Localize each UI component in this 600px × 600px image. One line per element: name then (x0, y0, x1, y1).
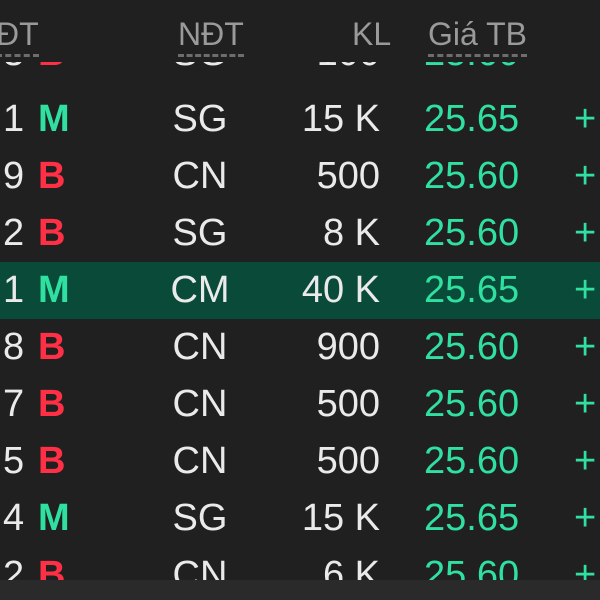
column-header-investor[interactable]: ĐT (0, 14, 39, 57)
avg-price: 25.60 (424, 383, 520, 425)
investor-type: CN (172, 326, 228, 368)
avg-price: 25.65 (424, 98, 520, 140)
change-indicator: + (574, 554, 597, 580)
row-index: 7 (3, 383, 25, 425)
table-row[interactable]: 9 B CN 500 25.60 + (0, 148, 600, 205)
row-index: 2 (3, 554, 25, 580)
volume: 100 (260, 62, 380, 82)
avg-price: 25.60 (424, 440, 520, 482)
side-badge: B (38, 62, 78, 82)
side-badge: B (38, 383, 66, 425)
change-indicator: + (574, 497, 597, 539)
side-badge: B (38, 212, 66, 254)
investor-type: SG (160, 62, 240, 82)
avg-price: 25.60 (424, 155, 520, 197)
table-header: ĐT NĐT KL Giá TB (0, 0, 600, 66)
volume: 15 K (301, 497, 380, 539)
change-indicator: + (574, 383, 597, 425)
change-indicator: + (574, 212, 597, 254)
volume: 8 K (322, 212, 380, 254)
row-index: 9 (3, 155, 25, 197)
investor-type: CN (172, 383, 228, 425)
column-header-volume[interactable]: KL (352, 14, 391, 54)
table-row[interactable]: 3 B SG 100 25.60 + (0, 62, 600, 82)
row-index: 1 (3, 269, 25, 311)
table-row[interactable]: 8 B CN 900 25.60 + (0, 319, 600, 376)
table-row-highlighted[interactable]: 1 M CM 40 K 25.65 + (0, 262, 600, 319)
side-badge: M (38, 269, 70, 311)
change-indicator: + (574, 62, 600, 82)
change-indicator: + (574, 98, 597, 140)
side-badge: B (38, 554, 66, 580)
change-indicator: + (574, 440, 597, 482)
avg-price: 25.60 (424, 212, 520, 254)
row-index: 8 (3, 326, 25, 368)
change-indicator: + (574, 269, 597, 311)
investor-type: SG (172, 497, 228, 539)
table-row[interactable]: 7 B CN 500 25.60 + (0, 376, 600, 433)
change-indicator: + (574, 155, 597, 197)
row-index: 3 (0, 62, 31, 82)
table-row[interactable]: 1 M SG 15 K 25.65 + (0, 91, 600, 148)
volume: 500 (316, 440, 380, 482)
side-badge: M (38, 497, 70, 539)
column-header-avg-price[interactable]: Giá TB (428, 14, 527, 57)
side-badge: B (38, 326, 66, 368)
column-header-investor-type[interactable]: NĐT (178, 14, 244, 57)
row-index: 2 (3, 212, 25, 254)
investor-type: CN (172, 554, 228, 580)
side-badge: B (38, 155, 66, 197)
volume: 500 (316, 155, 380, 197)
avg-price: 25.65 (424, 497, 520, 539)
row-index: 4 (3, 497, 25, 539)
row-index: 5 (3, 440, 25, 482)
table-row[interactable]: 2 B CN 6 K 25.60 + (0, 547, 600, 580)
avg-price: 25.60 (424, 62, 534, 82)
volume: 6 K (322, 554, 380, 580)
investor-type: SG (172, 98, 228, 140)
avg-price: 25.60 (424, 554, 520, 580)
table-row[interactable]: 5 B CN 500 25.60 + (0, 433, 600, 490)
side-badge: B (38, 440, 66, 482)
investor-type: SG (172, 212, 228, 254)
avg-price: 25.60 (424, 326, 520, 368)
volume: 15 K (301, 98, 380, 140)
volume: 900 (316, 326, 380, 368)
table-row[interactable]: 4 M SG 15 K 25.65 + (0, 490, 600, 547)
volume: 40 K (301, 269, 380, 311)
investor-type: CN (172, 155, 228, 197)
bottom-bar (0, 580, 600, 600)
row-index: 1 (3, 98, 25, 140)
investor-type: CM (170, 269, 230, 311)
change-indicator: + (574, 326, 597, 368)
side-badge: M (38, 98, 70, 140)
volume: 500 (316, 383, 380, 425)
avg-price: 25.65 (424, 269, 520, 311)
investor-type: CN (172, 440, 228, 482)
table-row[interactable]: 2 B SG 8 K 25.60 + (0, 205, 600, 262)
trade-list[interactable]: 3 B SG 100 25.60 + 1 M SG 15 K 25.65 + 9… (0, 62, 600, 580)
